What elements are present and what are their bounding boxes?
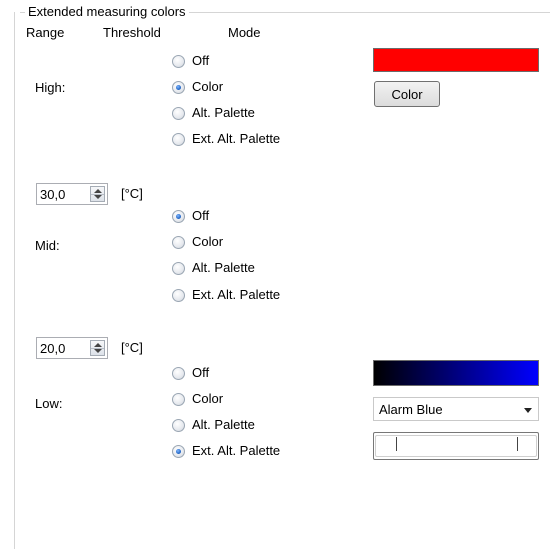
threshold-high-value: 30,0 [40, 187, 66, 202]
high-mode-color[interactable]: Color [172, 78, 223, 96]
high-color-button[interactable]: Color [374, 81, 440, 107]
radio-icon [172, 235, 185, 249]
low-mode-alt-palette[interactable]: Alt. Palette [172, 416, 255, 434]
spin-arrows-icon[interactable] [90, 340, 105, 356]
spin-down-icon[interactable] [94, 349, 102, 353]
high-color-swatch [373, 48, 539, 72]
group-border-left [14, 12, 15, 549]
low-range-label: Low: [35, 396, 63, 411]
radio-checked-icon [172, 444, 185, 458]
radio-icon [172, 288, 185, 302]
spin-arrows-icon[interactable] [90, 186, 105, 202]
low-mode-ext-alt-palette[interactable]: Ext. Alt. Palette [172, 442, 280, 460]
high-mode-off[interactable]: Off [172, 52, 209, 70]
radio-icon [172, 261, 185, 275]
high-range-label: High: [35, 80, 66, 95]
radio-icon [172, 132, 185, 146]
chevron-down-icon[interactable] [524, 408, 532, 413]
radio-icon [172, 418, 185, 432]
mid-range-label: Mid: [35, 238, 60, 253]
radio-icon [172, 392, 185, 406]
low-mode-color[interactable]: Color [172, 390, 223, 408]
threshold-low-unit: [°C] [121, 340, 143, 355]
mid-mode-off[interactable]: Off [172, 207, 209, 225]
spin-up-icon[interactable] [94, 189, 102, 193]
header-range: Range [26, 25, 65, 40]
low-mode-off[interactable]: Off [172, 364, 209, 382]
threshold-high-unit: [°C] [121, 186, 143, 201]
header-mode: Mode [228, 25, 261, 40]
threshold-low-value: 20,0 [40, 341, 66, 356]
radio-checked-icon [172, 80, 185, 94]
header-threshold: Threshold [103, 25, 161, 40]
threshold-low-spinner[interactable]: 20,0 [36, 337, 108, 359]
radio-icon [172, 366, 185, 380]
low-palette-gradient-swatch [373, 360, 539, 386]
low-palette-range-slider[interactable] [373, 432, 539, 460]
radio-icon [172, 54, 185, 68]
low-palette-select[interactable]: Alarm Blue [373, 397, 539, 421]
high-mode-ext-alt-palette[interactable]: Ext. Alt. Palette [172, 130, 280, 148]
radio-checked-icon [172, 209, 185, 223]
high-mode-alt-palette[interactable]: Alt. Palette [172, 104, 255, 122]
mid-mode-ext-alt-palette[interactable]: Ext. Alt. Palette [172, 286, 280, 304]
spin-down-icon[interactable] [94, 195, 102, 199]
radio-icon [172, 106, 185, 120]
threshold-high-spinner[interactable]: 30,0 [36, 183, 108, 205]
low-palette-select-value: Alarm Blue [379, 402, 443, 417]
range-slider-min-handle[interactable] [396, 437, 397, 451]
mid-mode-alt-palette[interactable]: Alt. Palette [172, 259, 255, 277]
mid-mode-color[interactable]: Color [172, 233, 223, 251]
spin-up-icon[interactable] [94, 343, 102, 347]
group-title: Extended measuring colors [25, 4, 189, 20]
range-slider-max-handle[interactable] [517, 437, 518, 451]
